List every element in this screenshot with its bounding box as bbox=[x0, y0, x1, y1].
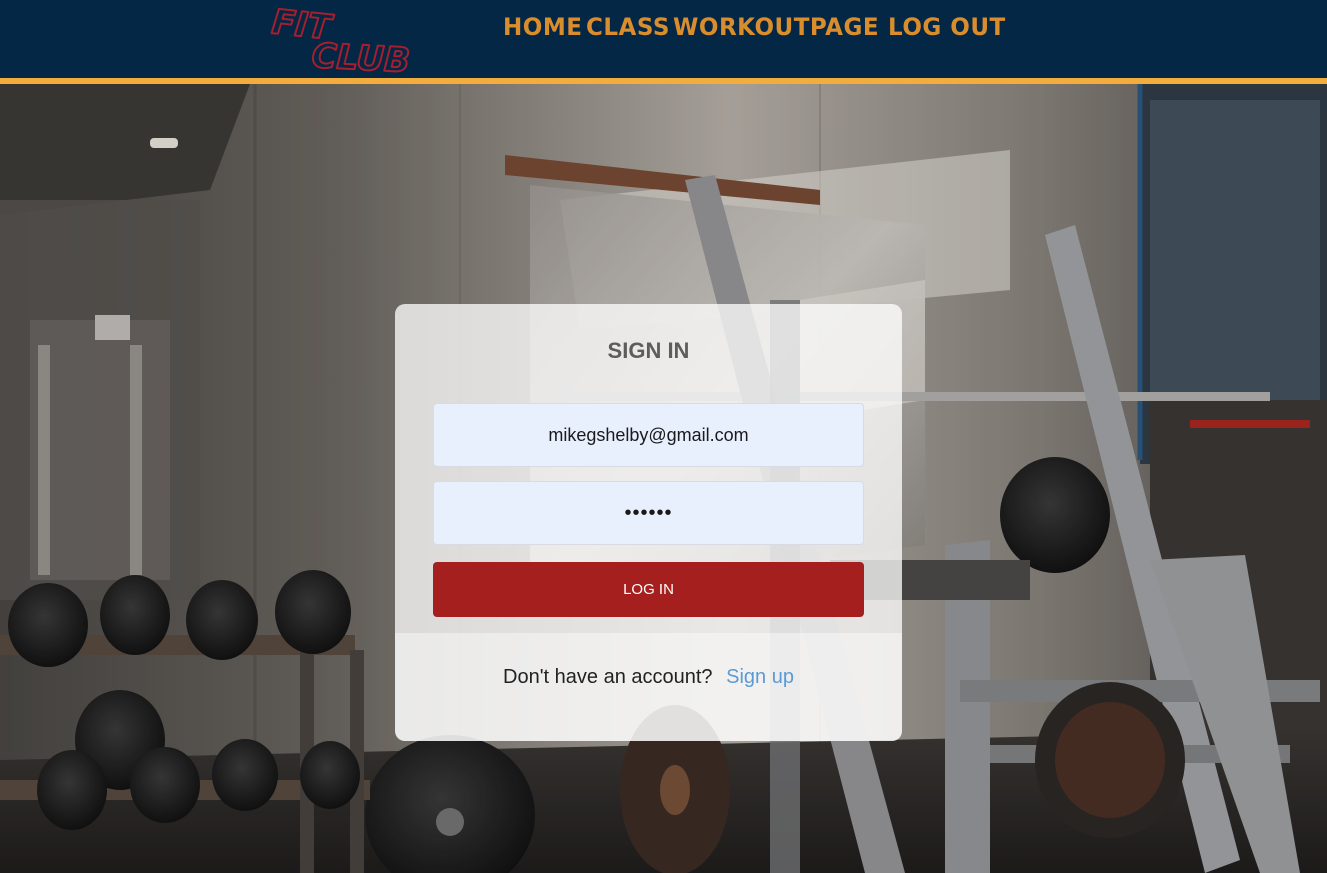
nav-workoutpage-link[interactable]: WORKOUTPAGE bbox=[673, 13, 879, 41]
signin-card: SIGN IN LOG IN Don't have an account? Si… bbox=[395, 304, 902, 741]
main-nav: HOME CLASS WORKOUTPAGE LOG OUT bbox=[503, 13, 1011, 41]
signin-page: FIT CLUB HOME CLASS WORKOUTPAGE LOG OUT … bbox=[0, 0, 1327, 873]
nav-logout-link[interactable]: LOG OUT bbox=[888, 13, 1006, 41]
nav-home-link[interactable]: HOME bbox=[503, 13, 582, 41]
signup-link[interactable]: Sign up bbox=[726, 666, 794, 688]
logo-text-club: CLUB bbox=[311, 36, 411, 74]
password-field[interactable] bbox=[433, 481, 864, 545]
nav-class-link[interactable]: CLASS bbox=[586, 13, 670, 41]
login-button[interactable]: LOG IN bbox=[433, 562, 864, 617]
signin-title: SIGN IN bbox=[607, 338, 690, 363]
fit-club-logo[interactable]: FIT CLUB bbox=[270, 4, 442, 74]
no-account-text: Don't have an account? bbox=[503, 666, 713, 688]
signup-prompt: Don't have an account? Sign up bbox=[395, 666, 902, 689]
top-header: FIT CLUB HOME CLASS WORKOUTPAGE LOG OUT bbox=[0, 0, 1327, 84]
email-field[interactable] bbox=[433, 403, 864, 467]
